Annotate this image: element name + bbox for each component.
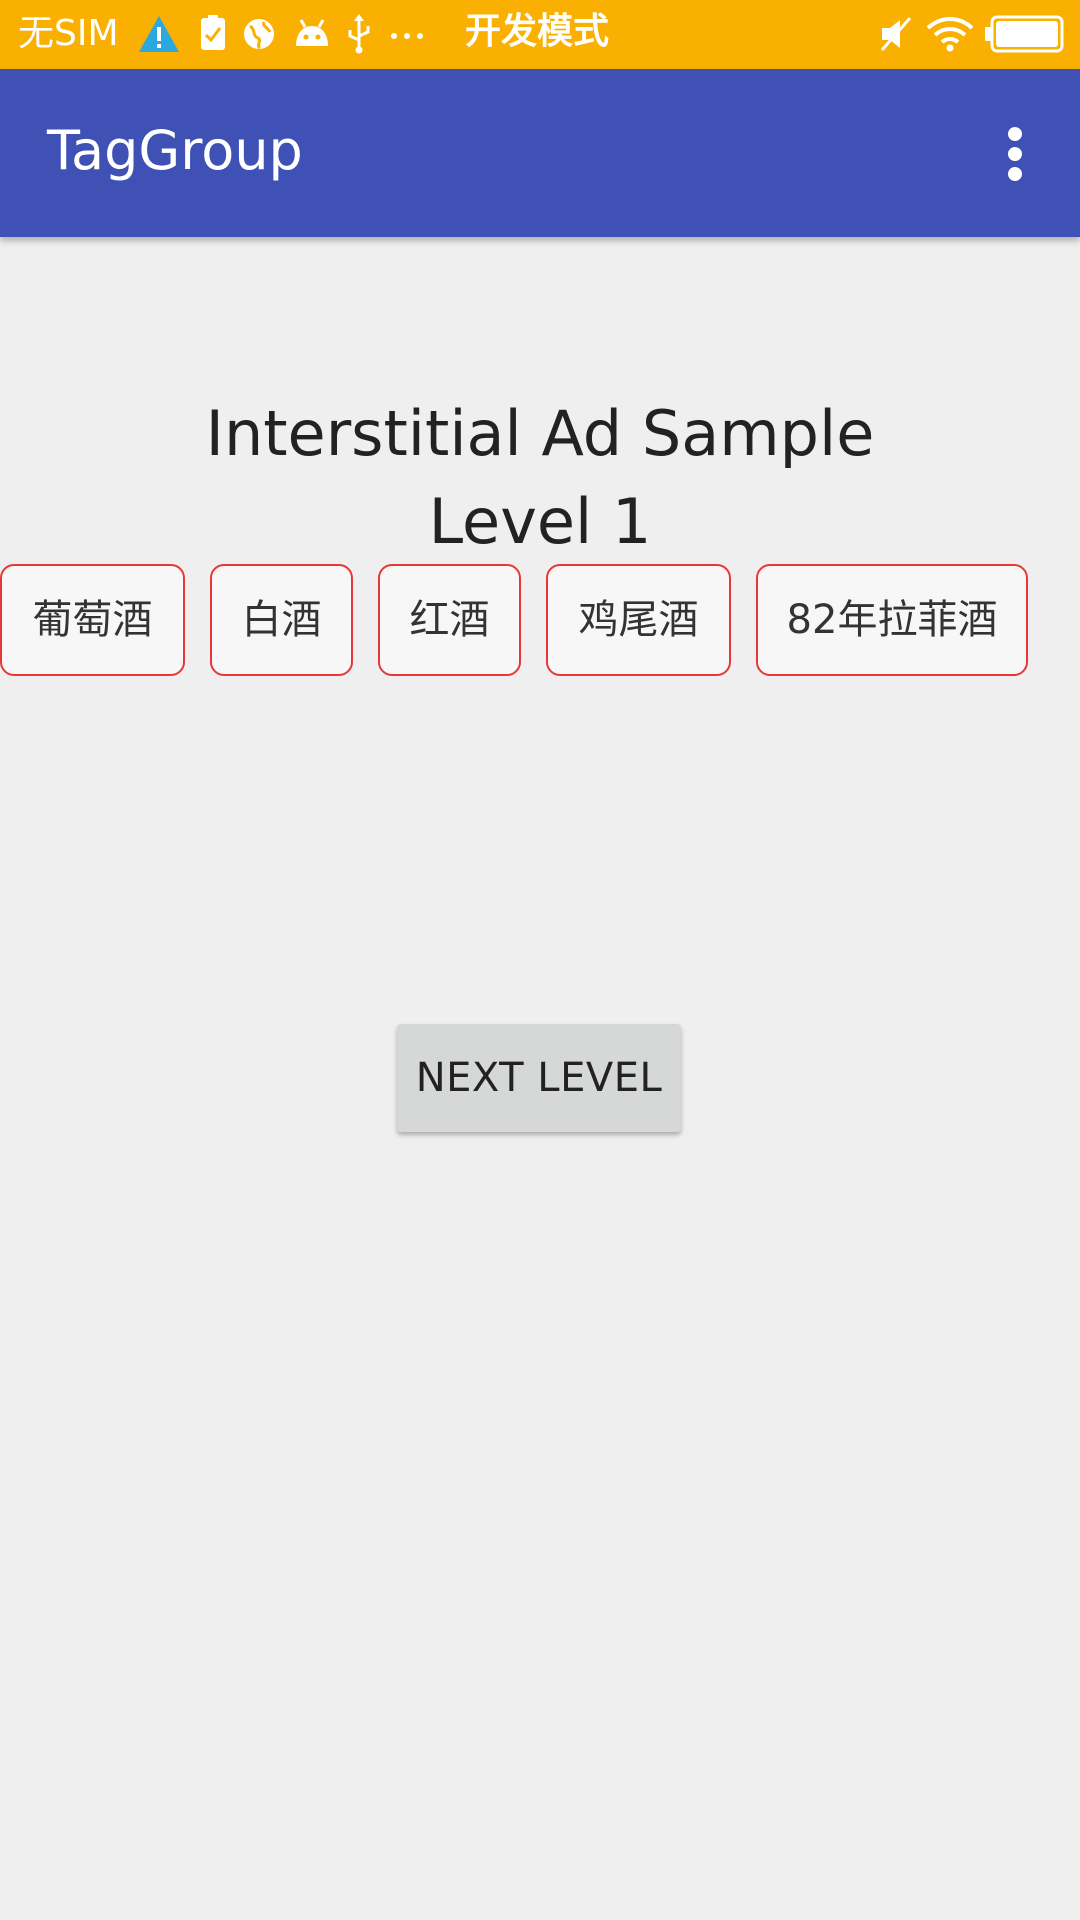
battery-icon xyxy=(985,15,1064,53)
tag-item[interactable]: 鸡尾酒 xyxy=(546,564,731,676)
wifi-icon xyxy=(926,17,974,52)
app-title: TagGroup xyxy=(47,119,303,182)
tag-item[interactable]: 白酒 xyxy=(210,564,353,676)
level-label: Level 1 xyxy=(428,485,652,558)
app-bar: TagGroup xyxy=(0,69,1080,237)
task-check-icon xyxy=(201,15,225,50)
usb-icon xyxy=(348,14,370,54)
status-bar: 无SIM 开发模式 xyxy=(0,0,1080,69)
android-icon xyxy=(296,19,328,46)
globe-icon xyxy=(244,19,274,50)
more-dots-icon xyxy=(391,33,423,39)
warning-icon xyxy=(139,16,179,52)
page-title: Interstitial Ad Sample xyxy=(205,397,875,470)
carrier-label: 无SIM xyxy=(18,13,119,54)
tag-item[interactable]: 葡萄酒 xyxy=(0,564,185,676)
next-level-button[interactable]: NEXT LEVEL xyxy=(397,1024,681,1132)
more-vert-icon[interactable] xyxy=(990,119,1040,189)
tag-group: 葡萄酒 白酒 红酒 鸡尾酒 82年拉菲酒 xyxy=(0,564,1080,678)
tag-item[interactable]: 红酒 xyxy=(378,564,521,676)
tag-item[interactable]: 82年拉菲酒 xyxy=(756,564,1028,676)
mute-icon xyxy=(880,17,912,51)
dev-mode-label: 开发模式 xyxy=(465,11,610,52)
